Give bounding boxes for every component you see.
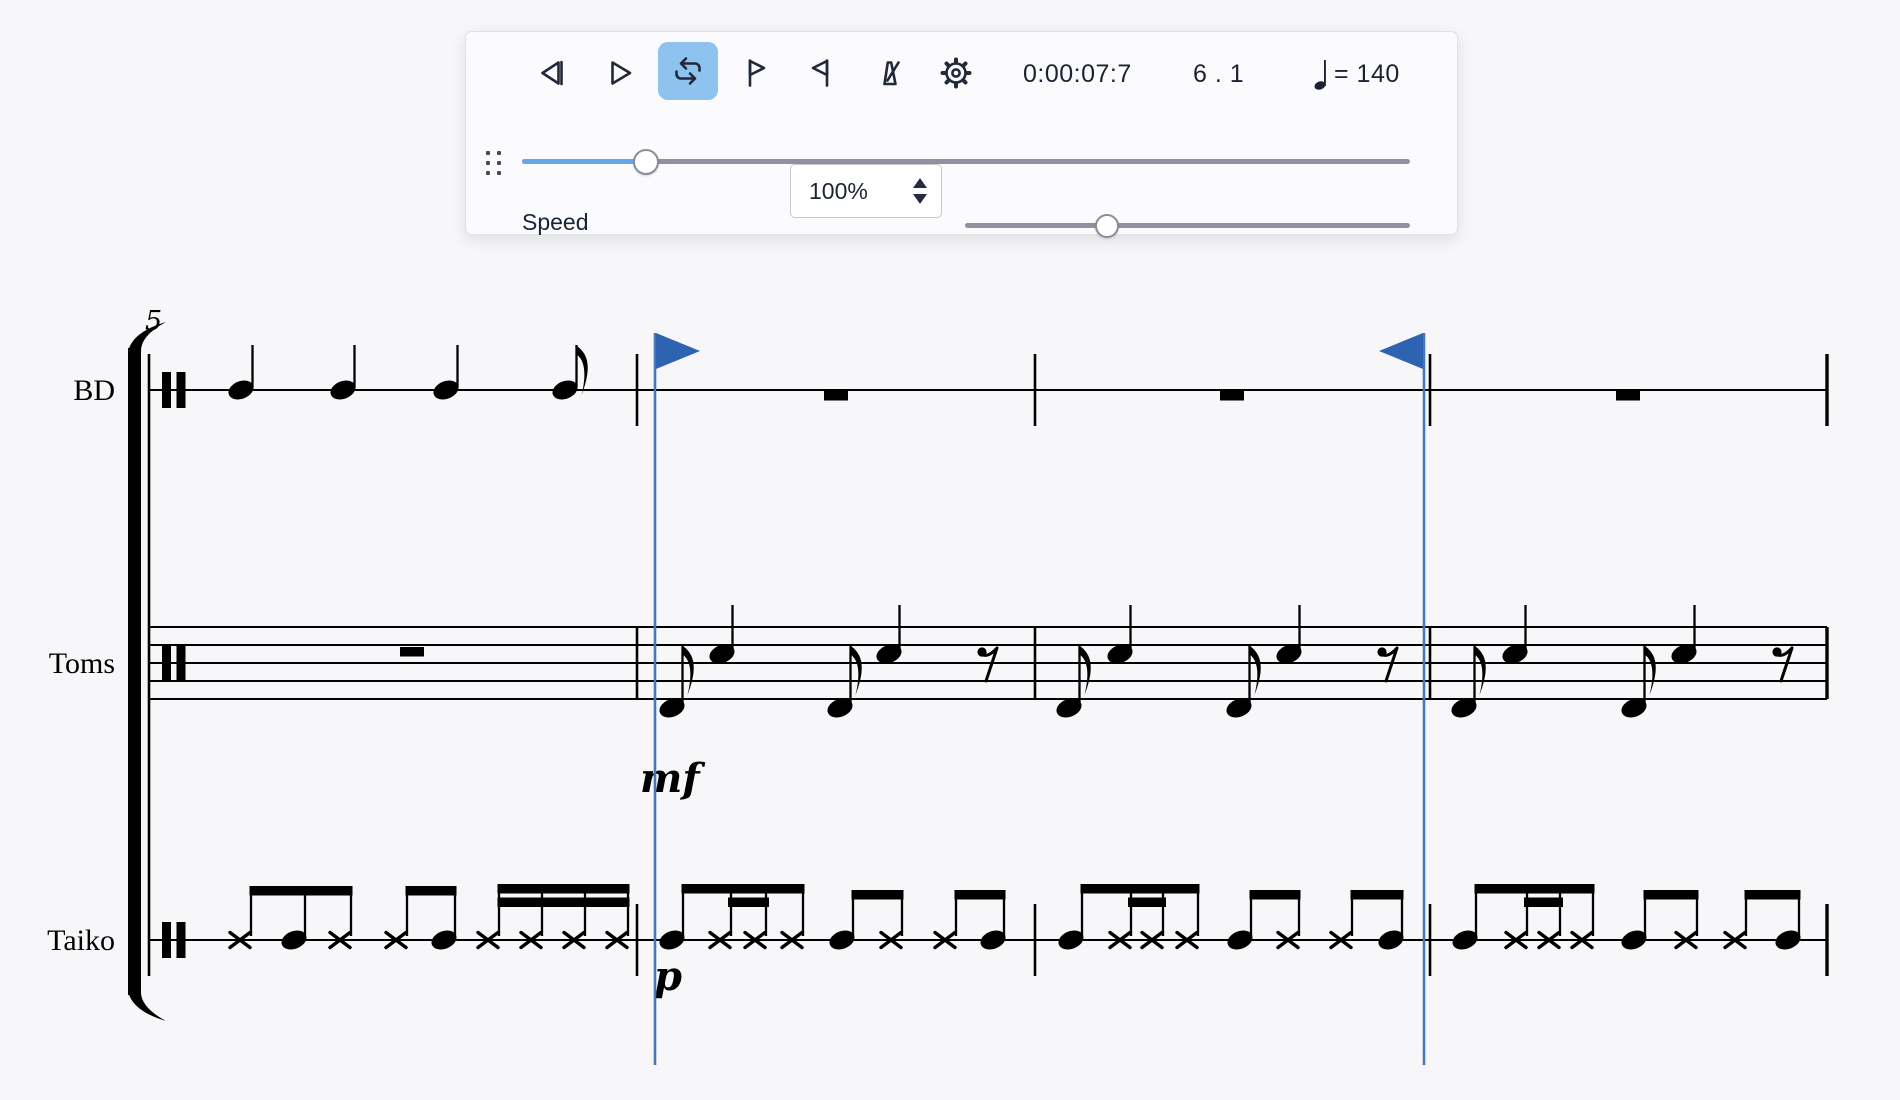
play-icon	[602, 55, 638, 91]
beam	[1644, 890, 1699, 900]
metronome-icon	[871, 55, 907, 91]
loop-start-flag[interactable]	[656, 333, 700, 369]
rewind-icon	[533, 55, 569, 91]
seek-slider-fill	[522, 159, 646, 164]
beam	[250, 886, 353, 896]
loop-playback-button[interactable]	[658, 42, 718, 100]
whole-rest[interactable]	[1220, 391, 1244, 401]
percussion-clef	[162, 372, 171, 408]
staff-label-toms: Toms	[49, 647, 115, 680]
staff-label-bd: BD	[73, 374, 115, 407]
dynamic-marking: mf	[640, 755, 705, 802]
beam	[1745, 890, 1801, 900]
beam	[852, 890, 904, 900]
speed-slider-track[interactable]	[965, 223, 1410, 228]
tempo-display: = 140	[1314, 60, 1400, 88]
gear-icon	[938, 55, 974, 91]
percussion-clef	[162, 645, 171, 681]
play-button[interactable]	[602, 55, 638, 91]
speed-spinbox[interactable]: 100%	[790, 164, 942, 218]
percussion-clef	[177, 922, 186, 958]
beam	[406, 886, 457, 896]
speed-increment-arrow[interactable]	[913, 178, 927, 188]
beam	[682, 884, 805, 894]
percussion-clef	[177, 645, 186, 681]
playback-time: 0:00:07:7	[1023, 60, 1132, 88]
dynamic-marking: p	[654, 953, 682, 1000]
secondary-beam	[1128, 898, 1166, 908]
whole-rest[interactable]	[400, 647, 424, 657]
beam	[1475, 884, 1595, 894]
percussion-clef	[162, 922, 171, 958]
tempo-value: = 140	[1334, 60, 1400, 88]
metronome-button[interactable]	[871, 55, 907, 91]
staff-label-taiko: Taiko	[47, 924, 115, 957]
playback-toolbar: 0:00:07:7 6 . 1 = 140 Speed 100%	[465, 31, 1458, 235]
rewind-button[interactable]	[533, 55, 569, 91]
system-bracket	[128, 348, 141, 995]
beam	[1351, 890, 1404, 900]
flag-in-icon	[738, 55, 774, 91]
loop-marker-in-button[interactable]	[738, 55, 774, 91]
loop-marker-out-button[interactable]	[803, 55, 839, 91]
playback-settings-button[interactable]	[938, 55, 974, 91]
whole-rest[interactable]	[1616, 391, 1640, 401]
loop-end-flag[interactable]	[1379, 333, 1423, 369]
secondary-beam	[1524, 898, 1563, 908]
playback-position: 6 . 1	[1193, 60, 1244, 88]
beam	[1081, 884, 1200, 894]
seek-slider-handle[interactable]	[633, 149, 659, 175]
secondary-beam	[728, 898, 769, 908]
beam	[955, 890, 1006, 900]
bracket-hook-bottom	[128, 991, 166, 1021]
whole-rest[interactable]	[824, 391, 848, 401]
measure-number: 5	[145, 306, 162, 337]
flag-out-icon	[803, 55, 839, 91]
quarter-note-icon	[1314, 56, 1328, 92]
beam	[1250, 890, 1301, 900]
speed-decrement-arrow[interactable]	[913, 194, 927, 204]
secondary-beam	[498, 898, 630, 908]
toolbar-drag-handle[interactable]	[484, 149, 506, 177]
speed-label: Speed	[522, 209, 589, 236]
beam	[498, 884, 630, 894]
speed-value: 100%	[809, 165, 868, 217]
speed-slider-handle[interactable]	[1095, 214, 1119, 238]
loop-icon	[670, 53, 706, 89]
percussion-clef	[177, 372, 186, 408]
app: BD Toms Taiko 5 mf p	[0, 0, 1900, 1100]
